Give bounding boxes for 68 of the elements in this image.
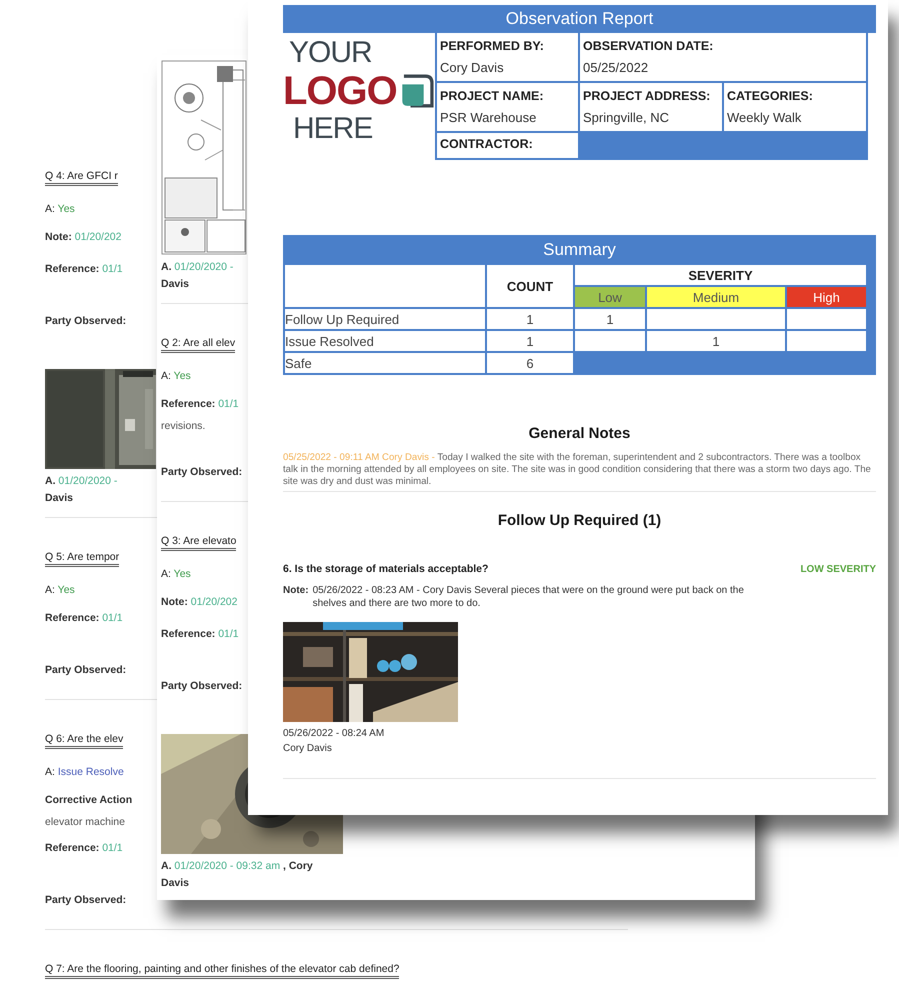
field-label: PROJECT ADDRESS:	[583, 88, 712, 103]
report-title: Observation Report	[283, 5, 876, 33]
severity-label: LOW SEVERITY	[800, 564, 876, 575]
field-line: Reference: 01/1	[45, 841, 123, 856]
question-heading: Q 3: Are elevato	[161, 533, 236, 549]
field-line: Reference: 01/1	[45, 262, 123, 277]
party-label: Party Observed:	[161, 465, 242, 480]
author-name: Davis	[45, 491, 74, 506]
field-line: Reference: 01/1	[45, 611, 123, 626]
question-heading: Q 4: Are GFCI r	[45, 168, 118, 184]
table-cell: 1	[487, 331, 573, 351]
question-heading: Q 7: Are the flooring, painting and other finishes of the elevator cab defined?	[45, 961, 400, 977]
column-header: COUNT	[487, 265, 573, 307]
field-label: PERFORMED BY:	[440, 38, 545, 53]
row-label: Safe	[285, 353, 485, 373]
field-label: PROJECT NAME:	[440, 88, 544, 103]
photo-author: Cory Davis	[283, 742, 333, 756]
photo-caption: A. 01/20/2020 -	[161, 260, 234, 275]
field-line: Corrective Action	[45, 793, 132, 808]
table-cell: 1	[575, 309, 645, 329]
field-value: 05/25/2022	[583, 60, 650, 76]
severity-header: Low	[575, 287, 645, 307]
answer-line: A: Yes	[45, 202, 75, 217]
photo-date: 05/26/2022 - 08:24 AM	[283, 727, 386, 741]
author-name: Davis	[161, 277, 190, 292]
answer-line: A: Yes	[45, 583, 75, 598]
body-text: elevator machine	[45, 815, 125, 830]
field-label: OBSERVATION DATE:	[583, 38, 714, 53]
severity-header: Medium	[647, 287, 785, 307]
question-heading: Q 6: Are the elev	[45, 731, 124, 747]
table-cell: 6	[487, 353, 573, 373]
row-label: Issue Resolved	[285, 331, 485, 351]
column-header: SEVERITY	[575, 265, 866, 285]
logo: YOUR LOGO HERE	[283, 33, 435, 160]
general-note: 05/25/2022 - 09:11 AM Cory Davis - Today I walked the site with the foreman, superintendent and 2 subcontractors. There was a toolbox talk in the morning attended by all employees on site. The site was in good condition considering that there was a storm two days ago. The site was dry and dust was minimal.	[283, 452, 872, 488]
answer-line: A: Yes	[161, 567, 191, 582]
field-label: CATEGORIES:	[727, 88, 814, 103]
field-value: Weekly Walk	[727, 110, 802, 126]
field-value: Springville, NC	[583, 110, 670, 126]
table-cell: 1	[647, 331, 785, 351]
field-line: Reference: 01/1	[161, 627, 239, 642]
note-text: 05/26/2022 - 08:23 AM - Cory Davis Several pieces that were on the ground were put back on the shelves and there are two more to do.	[312, 584, 745, 610]
field-line: Note: 01/20/202	[161, 595, 238, 610]
photo-caption: A. 01/20/2020 -	[45, 474, 118, 489]
note-label: Note:	[283, 584, 309, 598]
question-heading: Q 5: Are tempor	[45, 549, 120, 565]
field-line: Note: 01/20/202	[45, 230, 122, 245]
severity-header: High	[787, 287, 866, 307]
table-cell: 1	[487, 309, 573, 329]
answer-line: A: Issue Resolve	[45, 765, 124, 780]
party-label: Party Observed:	[45, 663, 126, 678]
question-heading: Q 2: Are all elev	[161, 335, 236, 351]
row-label: Follow Up Required	[285, 309, 485, 329]
party-label: Party Observed:	[45, 314, 126, 329]
field-value: Cory Davis	[440, 60, 505, 76]
field-label: CONTRACTOR:	[440, 136, 534, 151]
party-label: Party Observed:	[161, 679, 242, 694]
question-title: 6. Is the storage of materials acceptable?	[283, 563, 488, 575]
author-name: Davis	[161, 876, 190, 891]
section-heading: Follow Up Required (1)	[496, 512, 662, 529]
field-value: PSR Warehouse	[440, 110, 538, 126]
section-heading: General Notes	[528, 425, 632, 442]
photo-caption: A. 01/20/2020 - 09:32 am , Cory	[161, 859, 313, 874]
summary-title: Summary	[283, 235, 876, 265]
field-line: Reference: 01/1	[161, 397, 239, 412]
body-text: revisions.	[161, 419, 206, 434]
answer-line: A: Yes	[161, 369, 191, 384]
party-label: Party Observed:	[45, 893, 126, 908]
